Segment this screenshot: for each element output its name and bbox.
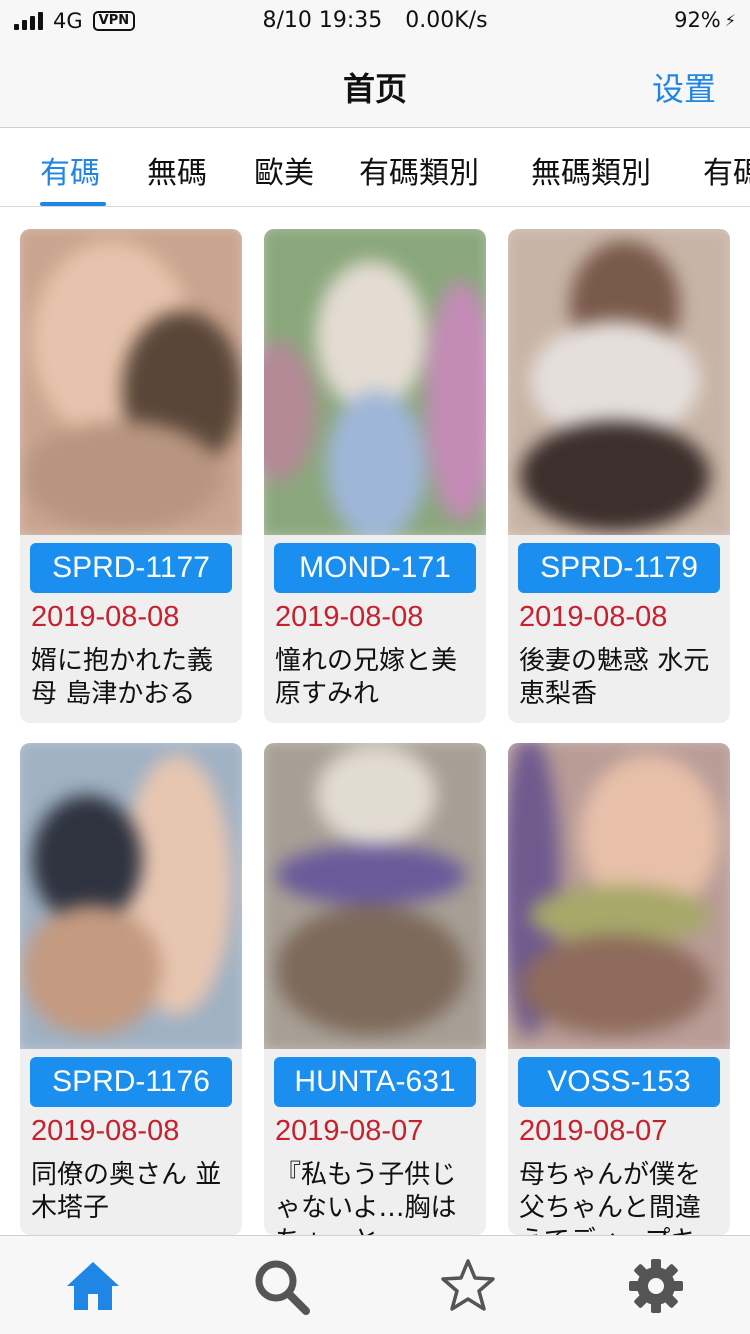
poster-image[interactable] xyxy=(20,229,242,535)
poster-image[interactable] xyxy=(264,229,486,535)
home-icon[interactable] xyxy=(63,1256,123,1316)
video-id-badge[interactable]: SPRD-1176 xyxy=(30,1057,232,1107)
page-title: 首页 xyxy=(342,70,407,108)
video-card[interactable]: SPRD-1177 2019-08-08 婿に抱かれた義母 島津かおる xyxy=(20,229,242,723)
video-grid: SPRD-1177 2019-08-08 婿に抱かれた義母 島津かおる MOND… xyxy=(0,207,750,1235)
release-date: 2019-08-07 xyxy=(275,1115,424,1147)
status-bar: 4G VPN 8/10 19:35 0.00K/s 92% ⚡ xyxy=(0,0,750,44)
status-time: 8/10 19:35 xyxy=(262,8,383,33)
tab-uncensored-categories[interactable]: 無碼類別 xyxy=(531,148,651,192)
tab-western[interactable]: 歐美 xyxy=(254,148,314,192)
release-date: 2019-08-08 xyxy=(31,601,180,633)
video-card[interactable]: VOSS-153 2019-08-07 母ちゃんが僕を父ちゃんと間違えてディープ… xyxy=(508,743,730,1235)
category-tabs: 有碼 無碼 歐美 有碼類別 無碼類別 有碼 xyxy=(0,128,750,207)
video-title: 憧れの兄嫁と美原すみれ xyxy=(275,646,458,709)
video-id-badge[interactable]: HUNTA-631 xyxy=(274,1057,476,1107)
poster-image[interactable] xyxy=(508,229,730,535)
release-date: 2019-08-08 xyxy=(519,601,668,633)
tab-uncensored[interactable]: 無碼 xyxy=(147,148,207,192)
video-card[interactable]: SPRD-1176 2019-08-08 同僚の奥さん 並木塔子 xyxy=(20,743,242,1235)
video-card[interactable]: HUNTA-631 2019-08-07 『私もう子供じゃないよ…胸はちょっと… xyxy=(264,743,486,1235)
video-card[interactable]: MOND-171 2019-08-08 憧れの兄嫁と美原すみれ xyxy=(264,229,486,723)
star-icon[interactable] xyxy=(438,1256,498,1316)
gear-icon[interactable] xyxy=(626,1256,686,1316)
video-title: 婿に抱かれた義母 島津かおる xyxy=(31,646,214,709)
release-date: 2019-08-07 xyxy=(519,1115,668,1147)
release-date: 2019-08-08 xyxy=(31,1115,180,1147)
video-title: 母ちゃんが僕を父ちゃんと間違えてディープキ… xyxy=(519,1160,722,1235)
video-id-badge[interactable]: VOSS-153 xyxy=(518,1057,720,1107)
battery-level: 92% xyxy=(674,8,721,32)
video-title: 同僚の奥さん 並木塔子 xyxy=(31,1160,222,1223)
settings-button[interactable]: 设置 xyxy=(652,64,716,110)
release-date: 2019-08-08 xyxy=(275,601,424,633)
charging-icon: ⚡ xyxy=(724,10,736,30)
video-title: 『私もう子供じゃないよ…胸はちょっと… xyxy=(275,1160,457,1235)
poster-image[interactable] xyxy=(20,743,242,1049)
video-id-badge[interactable]: MOND-171 xyxy=(274,543,476,593)
video-id-badge[interactable]: SPRD-1179 xyxy=(518,543,720,593)
search-icon[interactable] xyxy=(251,1256,311,1316)
status-center: 8/10 19:35 0.00K/s xyxy=(0,8,750,33)
video-id-badge[interactable]: SPRD-1177 xyxy=(30,543,232,593)
video-card[interactable]: SPRD-1179 2019-08-08 後妻の魅惑 水元恵梨香 xyxy=(508,229,730,723)
tab-censored-categories[interactable]: 有碼類別 xyxy=(359,148,479,192)
status-speed: 0.00K/s xyxy=(405,8,488,33)
tab-censored-more[interactable]: 有碼 xyxy=(703,148,750,192)
nav-bar: 首页 设置 xyxy=(0,44,750,128)
status-right: 92% ⚡ xyxy=(674,8,736,32)
video-title: 後妻の魅惑 水元恵梨香 xyxy=(519,646,710,709)
poster-image[interactable] xyxy=(508,743,730,1049)
bottom-tab-bar xyxy=(0,1235,750,1334)
tab-censored[interactable]: 有碼 xyxy=(40,148,100,192)
poster-image[interactable] xyxy=(264,743,486,1049)
tab-indicator xyxy=(40,202,106,206)
